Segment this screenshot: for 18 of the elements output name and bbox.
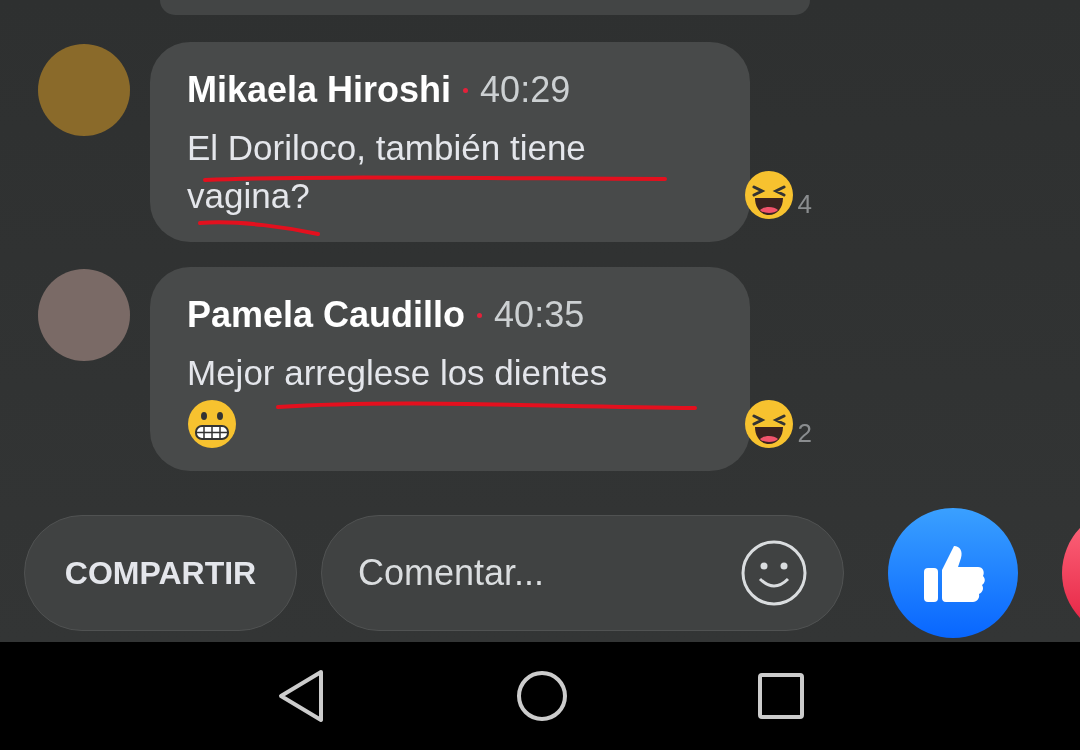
laughing-emoji-icon[interactable] bbox=[743, 399, 794, 449]
comment-author[interactable]: Pamela Caudillo bbox=[187, 294, 466, 336]
comment-text: Mejor arreglese los dientes bbox=[187, 349, 713, 449]
recent-apps-icon[interactable] bbox=[758, 673, 804, 719]
back-icon[interactable] bbox=[276, 668, 326, 724]
comment-field[interactable]: Comentar... bbox=[321, 515, 844, 631]
comment-time: 40:29 bbox=[480, 69, 571, 111]
comment-time: 40:35 bbox=[494, 294, 585, 336]
reaction-count: 2 bbox=[797, 418, 812, 449]
separator-dot-icon bbox=[477, 312, 483, 318]
home-icon[interactable] bbox=[516, 670, 568, 722]
reaction-count: 4 bbox=[797, 189, 812, 220]
comment-text: El Doriloco, también tiene vagina? bbox=[187, 127, 587, 217]
laughing-emoji-icon[interactable] bbox=[743, 170, 794, 220]
separator-dot-icon bbox=[463, 87, 469, 93]
comment-author[interactable]: Mikaela Hiroshi bbox=[187, 69, 452, 111]
share-button[interactable]: COMPARTIR bbox=[24, 515, 297, 631]
emoji-icon[interactable] bbox=[740, 539, 808, 607]
